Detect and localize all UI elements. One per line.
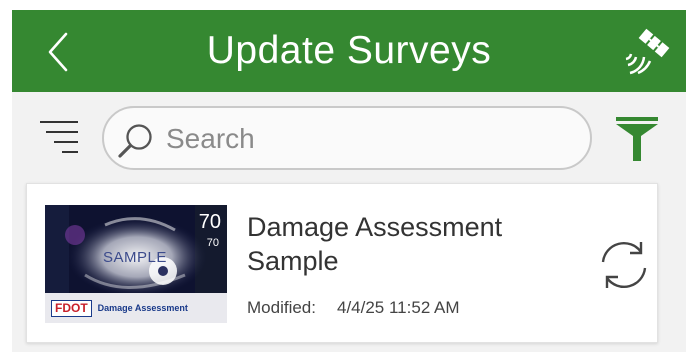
sync-icon [601, 242, 647, 288]
thumbnail-value-small: 70 [206, 237, 219, 249]
chevron-left-icon [48, 32, 68, 72]
search-box[interactable] [102, 106, 592, 170]
survey-title: Damage Assessment Sample [247, 212, 503, 276]
search-icon [118, 124, 152, 158]
satellite-gps-icon [625, 28, 670, 75]
sort-lines-icon [40, 121, 78, 153]
page-title: Update Surveys [206, 29, 492, 72]
thumbnail-watermark: SAMPLE [103, 249, 167, 266]
modified-label: Modified: [247, 298, 316, 317]
survey-thumbnail: 70 70 SAMPLE FDOT Damage Assessment [45, 205, 227, 323]
funnel-filter-icon [616, 117, 658, 161]
thumbnail-caption: Damage Assessment [97, 303, 188, 313]
filter-button[interactable] [616, 114, 658, 164]
location-button[interactable] [618, 26, 674, 76]
search-input[interactable] [164, 116, 578, 162]
back-button[interactable] [38, 30, 78, 74]
app-header: Update Surveys [12, 10, 686, 92]
fdot-logo: FDOT [51, 299, 92, 317]
thumbnail-value-large: 70 [198, 211, 221, 233]
modified-date: 4/4/25 11:52 AM [337, 298, 460, 317]
thumbnail-banner: FDOT Damage Assessment [45, 293, 227, 323]
sync-button[interactable] [597, 238, 651, 292]
sort-button[interactable] [40, 118, 84, 162]
survey-item[interactable]: 70 70 SAMPLE FDOT Damage Assessment Dama… [26, 183, 658, 343]
